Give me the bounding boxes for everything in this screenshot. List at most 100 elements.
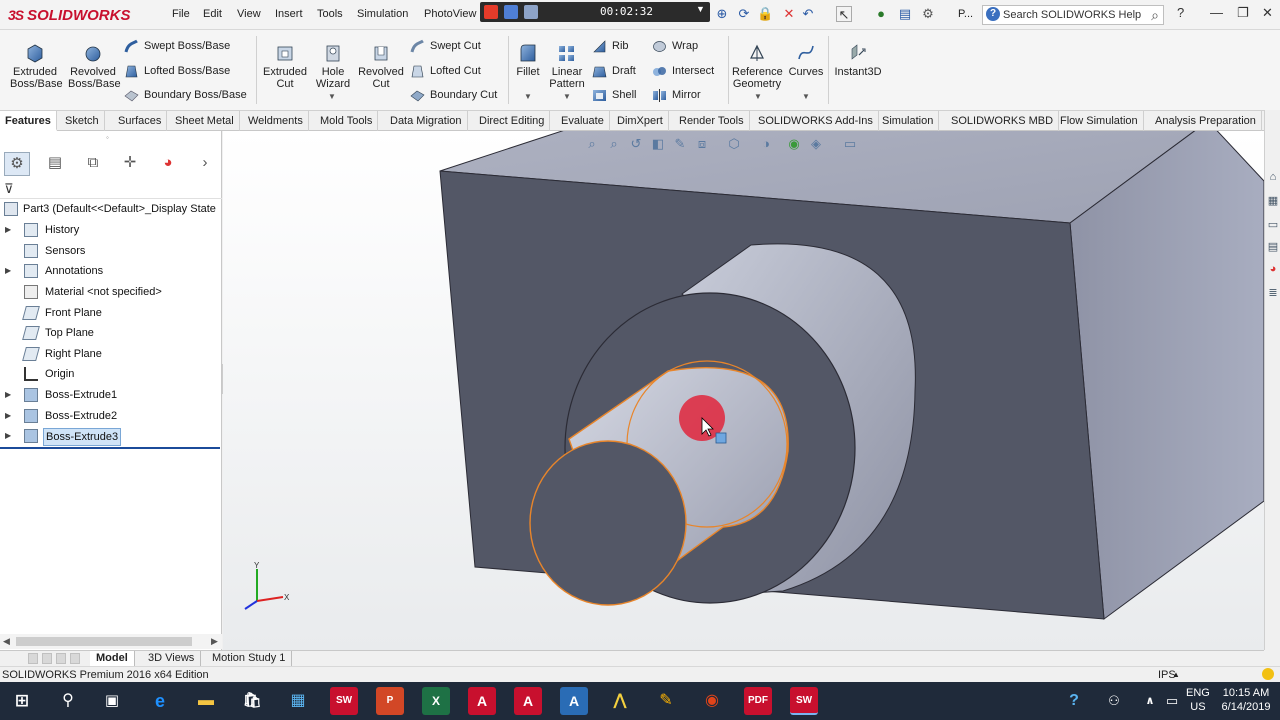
notification-icon[interactable] [1262, 668, 1274, 680]
apply-scene-icon[interactable]: ◈ [807, 135, 825, 153]
home-icon[interactable]: ⌂ [1266, 168, 1280, 186]
expand-arrow-icon[interactable]: ▶ [5, 406, 11, 426]
menu-file[interactable]: File [172, 8, 190, 20]
search-icon[interactable]: ⌕ [1151, 6, 1159, 24]
options-tab[interactable]: P... [958, 8, 973, 20]
tree-root-part[interactable]: Part3 (Default<<Default>_Display State [0, 199, 222, 219]
filter-icon[interactable]: ⊽ [4, 181, 14, 197]
minimize-icon[interactable]: — [1210, 5, 1223, 20]
zoom-to-area-icon[interactable]: ⌕ [605, 135, 623, 153]
revolved-cut-button[interactable]: Revolved Cut [358, 43, 404, 90]
tree-item-material[interactable]: Material <not specified> [0, 282, 222, 302]
block-right-face[interactable] [1069, 131, 1264, 620]
chevron-right-icon[interactable]: › [198, 152, 212, 176]
tab-render-tools[interactable]: Render Tools [674, 111, 750, 131]
tree-item-history[interactable]: ▶ History [0, 220, 222, 240]
extruded-cut-button[interactable]: Extruded Cut [262, 43, 308, 90]
restore-icon[interactable]: ❐ [1237, 5, 1249, 21]
mirror-button[interactable]: Mirror [652, 86, 701, 104]
close-icon[interactable]: ✕ [781, 6, 797, 22]
lofted-boss-button[interactable]: Lofted Boss/Base [124, 62, 230, 80]
feature-manager-tab-icon[interactable]: ⚙ [4, 152, 30, 176]
network-icon[interactable]: ▭ [1158, 687, 1186, 715]
revolved-boss-button[interactable]: Revolved Boss/Base [68, 43, 121, 90]
solidworks-active-icon[interactable]: SW [790, 687, 818, 715]
archicad-icon[interactable]: ⋀ [606, 687, 634, 715]
hole-wizard-button[interactable]: Hole Wizard [312, 43, 354, 90]
chevron-down-icon[interactable]: ▼ [802, 92, 810, 101]
powerpoint-icon[interactable]: P [376, 687, 404, 715]
custom-properties-icon[interactable]: ≣ [1266, 284, 1280, 302]
window-close-icon[interactable]: ✕ [1262, 5, 1273, 21]
tab-sheet-metal[interactable]: Sheet Metal [170, 111, 240, 131]
instant3d-button[interactable]: Instant3D [834, 43, 882, 78]
previous-tab-arrow-icon[interactable] [42, 653, 52, 664]
chevron-down-icon[interactable]: ▼ [696, 4, 705, 14]
tab-direct-editing[interactable]: Direct Editing [474, 111, 551, 131]
expand-arrow-icon[interactable]: ▶ [5, 220, 11, 240]
previous-view-icon[interactable]: ↺ [627, 135, 645, 153]
add-icon[interactable]: ⊕ [714, 6, 730, 22]
mail-icon[interactable]: ▦ [284, 687, 312, 715]
tree-item-boss-extrude2[interactable]: ▶ Boss-Extrude2 [0, 406, 222, 426]
people-icon[interactable]: ⚇ [1100, 687, 1128, 715]
windows-start-icon[interactable]: ⊞ [8, 687, 36, 715]
options-gear-icon[interactable]: ⚙ [920, 6, 936, 22]
lofted-cut-button[interactable]: Lofted Cut [410, 62, 481, 80]
recorder-icon[interactable]: ◉ [698, 687, 726, 715]
help-circle-icon[interactable]: ? [1060, 687, 1088, 715]
tab-analysis-preparation[interactable]: Analysis Preparation [1150, 111, 1262, 131]
tab-3d-views[interactable]: 3D Views [142, 651, 202, 666]
appearances-icon[interactable]: ◕ [1266, 260, 1280, 278]
file-explorer-icon[interactable]: ▬ [192, 687, 220, 715]
tab-dimxpert[interactable]: DimXpert [612, 111, 669, 131]
expand-arrow-icon[interactable]: ▶ [5, 261, 11, 281]
first-tab-arrow-icon[interactable] [28, 653, 38, 664]
next-tab-arrow-icon[interactable] [56, 653, 66, 664]
traffic-light-icon[interactable]: ● [873, 6, 889, 22]
expand-arrow-icon[interactable]: ▶ [5, 385, 11, 405]
task-view-icon[interactable]: ▣ [98, 687, 126, 715]
tab-weldments[interactable]: Weldments [243, 111, 309, 131]
store-icon[interactable]: 🛍 [238, 687, 266, 715]
wrap-button[interactable]: Wrap [652, 37, 698, 55]
chevron-down-icon[interactable]: ▼ [563, 92, 571, 101]
autocad-icon[interactable]: A [468, 687, 496, 715]
fillet-button[interactable]: Fillet [514, 43, 542, 78]
scroll-right-icon[interactable]: ▶ [211, 634, 218, 649]
panel-grip-icon[interactable]: ◦ [106, 133, 109, 142]
extruded-boss-button[interactable]: Extruded Boss/Base [10, 43, 63, 90]
tab-flow-simulation[interactable]: Flow Simulation [1055, 111, 1144, 131]
edge-browser-icon[interactable]: e [146, 687, 174, 715]
camera-icon[interactable] [524, 5, 538, 19]
paint-icon[interactable]: ✎ [652, 687, 680, 715]
scroll-left-icon[interactable]: ◀ [3, 634, 10, 649]
tab-surfaces[interactable]: Surfaces [113, 111, 168, 131]
boundary-boss-button[interactable]: Boundary Boss/Base [124, 86, 247, 104]
edit-appearance-icon[interactable]: ◉ [785, 135, 803, 153]
section-view-icon[interactable]: ◧ [649, 135, 667, 153]
tab-solidworks-mbd[interactable]: SOLIDWORKS MBD [946, 111, 1060, 131]
rebuild-icon[interactable]: ⟳ [736, 6, 752, 22]
menu-edit[interactable]: Edit [203, 8, 222, 20]
tree-item-top-plane[interactable]: Top Plane [0, 323, 222, 343]
autocad-2-icon[interactable]: A [514, 687, 542, 715]
tab-solidworks-add-ins[interactable]: SOLIDWORKS Add-Ins [753, 111, 879, 131]
select-pointer-icon[interactable]: ↖ [836, 6, 852, 22]
lock-icon[interactable]: 🔒 [757, 6, 773, 22]
search-help-input[interactable]: ? Search SOLIDWORKS Help ⌕ [982, 5, 1164, 25]
menu-tools[interactable]: Tools [317, 8, 343, 20]
tab-features[interactable]: Features [0, 111, 57, 131]
language-indicator[interactable]: ENG US [1186, 686, 1210, 714]
linear-pattern-button[interactable]: Linear Pattern [548, 43, 586, 90]
boundary-cut-button[interactable]: Boundary Cut [410, 86, 497, 104]
tab-model[interactable]: Model [90, 651, 135, 666]
menu-view[interactable]: View [237, 8, 261, 20]
chevron-down-icon[interactable]: ▼ [754, 92, 762, 101]
swept-cut-button[interactable]: Swept Cut [410, 37, 481, 55]
solidworks-2016-icon[interactable]: SW [330, 687, 358, 715]
view-orientation-icon[interactable]: ⧈ [693, 135, 711, 153]
autodesk-icon[interactable]: A [560, 687, 588, 715]
tree-item-annotations[interactable]: ▶ Annotations [0, 261, 222, 281]
curves-button[interactable]: Curves [788, 43, 824, 78]
